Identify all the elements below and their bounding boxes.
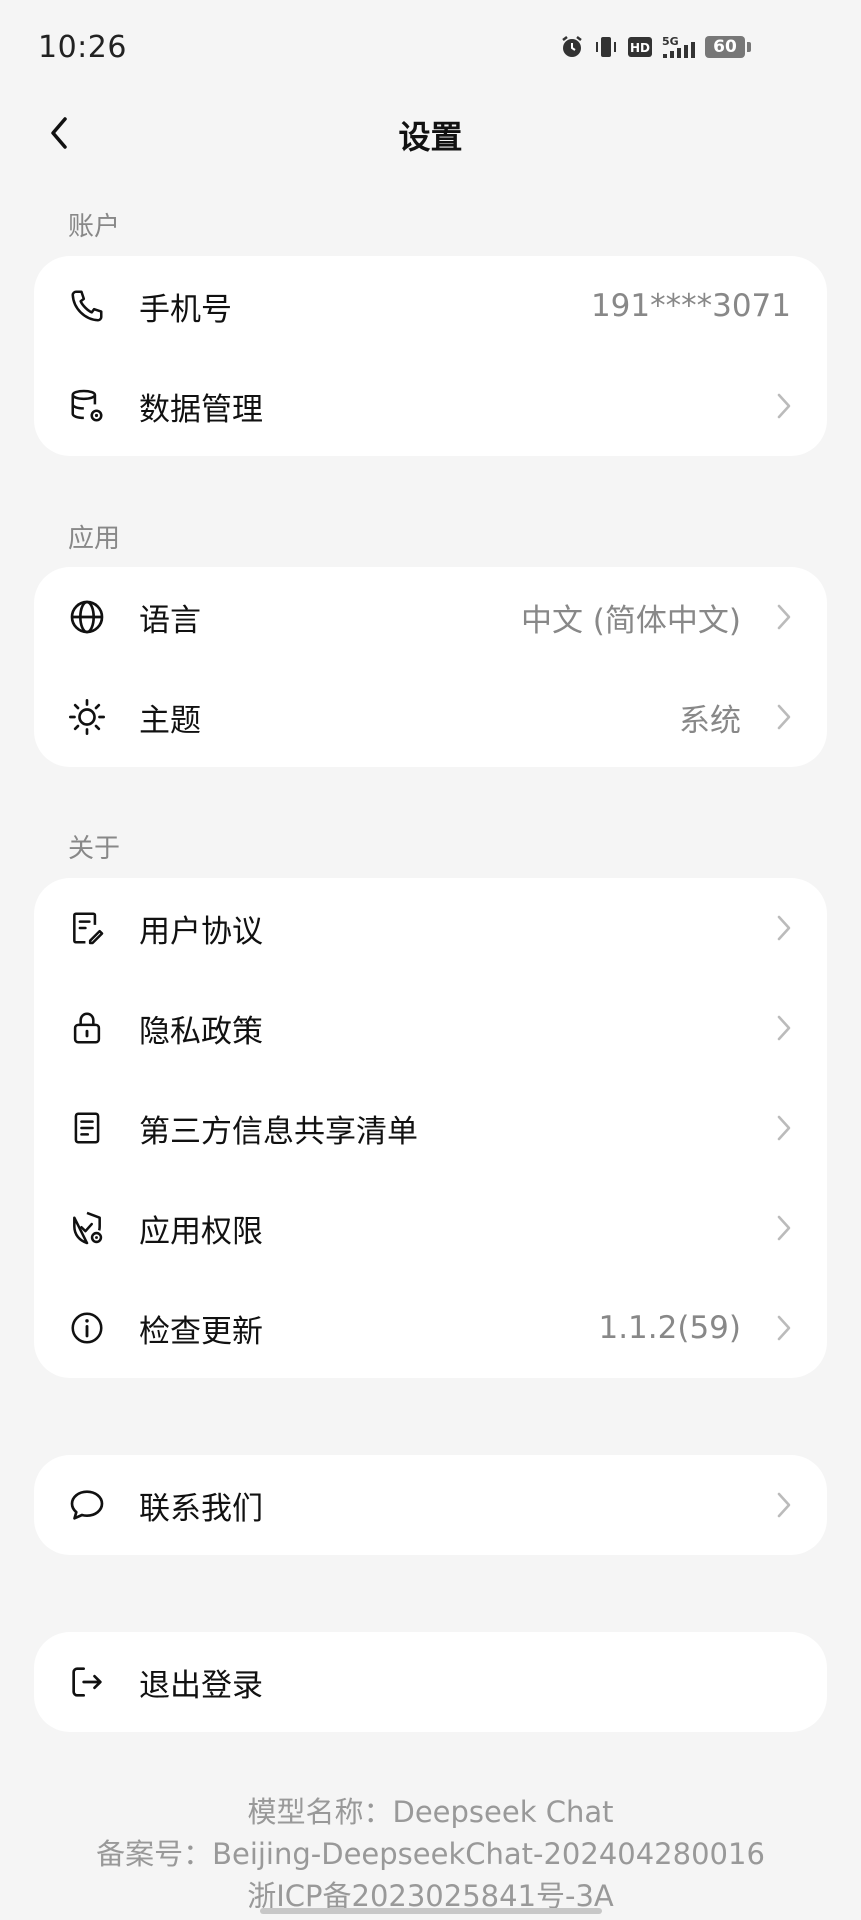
svg-text:HD: HD: [630, 41, 650, 55]
battery-level: 60: [705, 36, 745, 58]
model-name-text: 模型名称：Deepseek Chat: [247, 1795, 614, 1829]
info-icon: [66, 1307, 108, 1349]
chevron-right-icon: [771, 913, 797, 943]
svg-text:5G: 5G: [662, 35, 679, 48]
battery-icon: 60: [705, 34, 751, 60]
section-label-about: 关于: [68, 834, 121, 864]
chevron-right-icon: [771, 702, 797, 732]
contact-us-row[interactable]: 联系我们: [34, 1455, 827, 1555]
footer: 模型名称：Deepseek Chat 备案号：Beijing-DeepseekC…: [0, 1791, 861, 1917]
section-label-app: 应用: [68, 524, 121, 554]
check-update-row[interactable]: 检查更新 1.1.2(59): [34, 1278, 827, 1378]
app-permissions-row[interactable]: 应用权限: [34, 1178, 827, 1278]
list-document-icon: [66, 1107, 108, 1149]
theme-row[interactable]: 主题 系统: [34, 667, 827, 767]
about-card: 用户协议 隐私政策 第三方信息共享清单 应用权限 检查更新 1.1.2(59): [34, 878, 827, 1378]
contact-us-label: 联系我们: [139, 1490, 263, 1527]
contact-card: 联系我们: [34, 1455, 827, 1555]
chevron-right-icon: [771, 602, 797, 632]
status-bar: 10:26 HD 5G 60: [0, 0, 861, 100]
check-update-label: 检查更新: [139, 1313, 263, 1350]
phone-label: 手机号: [139, 291, 232, 328]
third-party-list-label: 第三方信息共享清单: [139, 1113, 418, 1150]
chevron-right-icon: [771, 1013, 797, 1043]
lock-icon: [66, 1007, 108, 1049]
language-value: 中文 (简体中文): [520, 602, 741, 639]
home-indicator[interactable]: [260, 1908, 602, 1914]
vibrate-icon: [593, 34, 619, 60]
app-permissions-label: 应用权限: [139, 1213, 263, 1250]
user-agreement-row[interactable]: 用户协议: [34, 878, 827, 978]
logout-row[interactable]: 退出登录: [34, 1632, 827, 1732]
chat-bubble-icon: [66, 1484, 108, 1526]
alarm-icon: [559, 34, 585, 60]
theme-label: 主题: [139, 702, 201, 739]
chevron-right-icon: [771, 1213, 797, 1243]
chevron-right-icon: [771, 1113, 797, 1143]
5g-signal-icon: 5G: [661, 34, 697, 60]
language-label: 语言: [139, 602, 201, 639]
phone-icon: [66, 285, 108, 327]
top-bar: 设置: [0, 100, 861, 166]
user-agreement-label: 用户协议: [139, 913, 263, 950]
status-time: 10:26: [38, 30, 127, 65]
section-label-account: 账户: [68, 212, 121, 242]
data-management-label: 数据管理: [139, 391, 263, 428]
privacy-policy-row[interactable]: 隐私政策: [34, 978, 827, 1078]
version-value: 1.1.2(59): [598, 1310, 741, 1346]
chevron-right-icon: [771, 1490, 797, 1520]
theme-value: 系统: [679, 702, 741, 739]
app-card: 语言 中文 (简体中文) 主题 系统: [34, 567, 827, 767]
phone-row[interactable]: 手机号 191****3071: [34, 256, 827, 356]
privacy-policy-label: 隐私政策: [139, 1013, 263, 1050]
account-card: 手机号 191****3071 数据管理: [34, 256, 827, 456]
filing-number-text: 备案号：Beijing-DeepseekChat-202404280016: [96, 1837, 765, 1871]
database-gear-icon: [66, 385, 108, 427]
shield-gear-icon: [66, 1207, 108, 1249]
status-icons: HD 5G 60: [559, 34, 751, 60]
globe-icon: [66, 596, 108, 638]
language-row[interactable]: 语言 中文 (简体中文): [34, 567, 827, 667]
phone-value: 191****3071: [590, 288, 791, 324]
chevron-right-icon: [771, 391, 797, 421]
third-party-list-row[interactable]: 第三方信息共享清单: [34, 1078, 827, 1178]
hd-icon: HD: [627, 34, 653, 60]
sun-icon: [66, 696, 108, 738]
logout-label: 退出登录: [139, 1667, 263, 1704]
logout-card: 退出登录: [34, 1632, 827, 1732]
data-management-row[interactable]: 数据管理: [34, 356, 827, 456]
chevron-right-icon: [771, 1313, 797, 1343]
document-edit-icon: [66, 907, 108, 949]
logout-icon: [66, 1661, 108, 1703]
page-title: 设置: [398, 118, 463, 156]
